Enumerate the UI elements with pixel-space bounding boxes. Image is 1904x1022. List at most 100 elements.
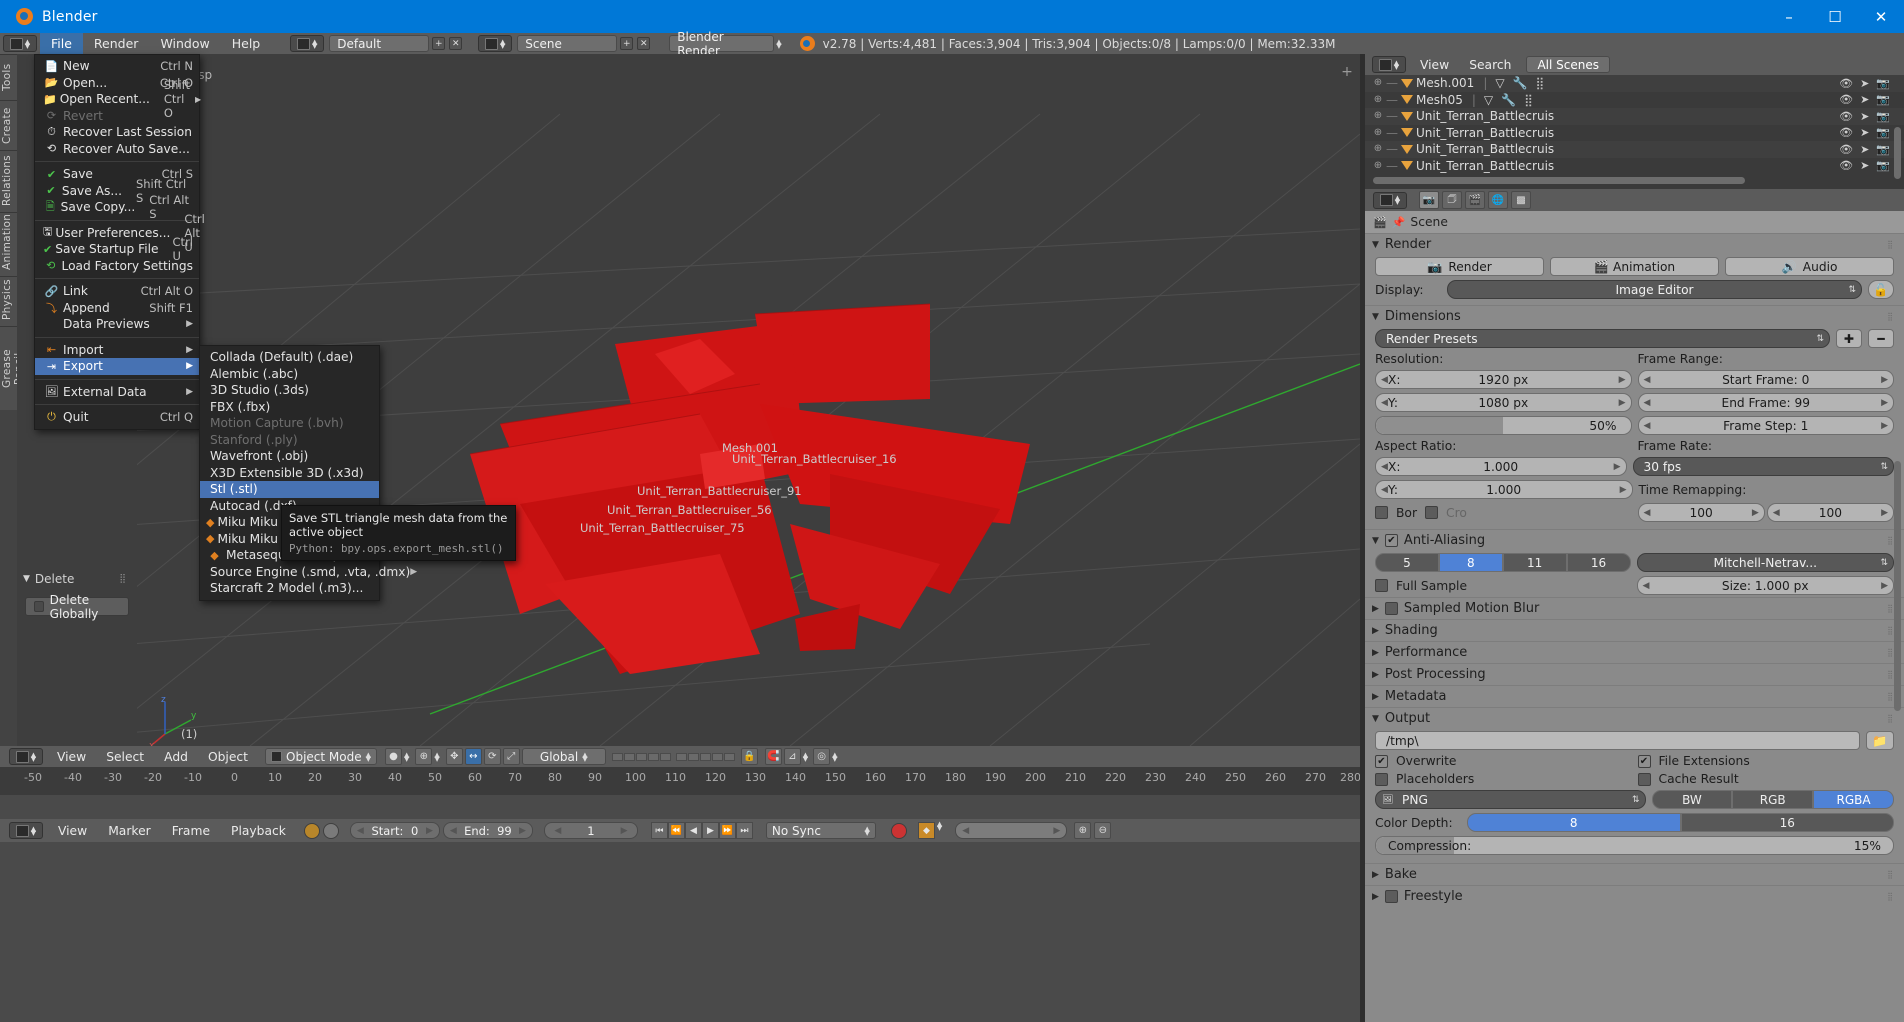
tl-menu-playback[interactable]: Playback — [222, 824, 295, 838]
vp-menu-add[interactable]: Add — [155, 750, 197, 764]
scene-field[interactable]: Scene — [517, 35, 618, 52]
expand-icon[interactable]: ⊕ — [1373, 78, 1383, 88]
outliner-row-4[interactable]: ⊕ — Unit_Terran_Battlecruis 👁 ➤ 📷 — [1365, 141, 1904, 158]
jump-start-button[interactable]: ⏮ — [650, 822, 668, 839]
rotate-manip-icon[interactable]: ⟳ — [483, 748, 501, 765]
menu-item-recover-auto-save[interactable]: ⟲ Recover Auto Save... — [35, 141, 199, 158]
outliner-hscrollbar[interactable] — [1373, 177, 1893, 184]
delete-scene-icon[interactable]: ✕ — [637, 37, 651, 50]
render-tab[interactable]: 📷 — [1419, 191, 1439, 209]
tab-relations[interactable]: Relations — [0, 150, 17, 212]
start-frame-field[interactable]: ◀ Start: 0 ▶ — [349, 822, 440, 839]
expand-icon[interactable]: ⊕ — [1373, 111, 1383, 121]
camera-icon[interactable]: 📷 — [1876, 110, 1890, 123]
aa-filter-selector[interactable]: Mitchell-Netrav... ⇅ — [1636, 553, 1894, 572]
menu-window[interactable]: Window — [149, 33, 220, 54]
vp-menu-object[interactable]: Object — [199, 750, 257, 764]
menu-item-new[interactable]: 📄 New Ctrl N — [35, 58, 199, 75]
menu-item-link[interactable]: 🔗 Link Ctrl Alt O — [35, 283, 199, 300]
delete-globally-button[interactable]: Delete Globally — [25, 593, 129, 621]
file-extensions-checkbox[interactable]: ✔ — [1637, 754, 1651, 768]
remap-new-field[interactable]: ◀ 100 ▶ — [1766, 503, 1894, 522]
ol-menu-search[interactable]: Search — [1460, 58, 1520, 72]
outliner-row-3[interactable]: ⊕ — Unit_Terran_Battlecruis 👁 ➤ 📷 — [1365, 125, 1904, 142]
tl-menu-frame[interactable]: Frame — [163, 824, 219, 838]
camera-icon[interactable]: 📷 — [1876, 126, 1890, 139]
viewport-expand-icon[interactable]: + — [1340, 65, 1354, 80]
add-scene-icon[interactable]: + — [620, 37, 634, 50]
export-item-stl[interactable]: Stl (.stl) — [200, 481, 379, 498]
antialiasing-checkbox[interactable]: ✔ — [1384, 534, 1398, 547]
render-section-header[interactable]: ▼ Render ⣿ — [1365, 233, 1904, 255]
shading-section-header[interactable]: ▶ Shading ⣿ — [1365, 619, 1904, 641]
camera-icon[interactable]: 📷 — [1876, 77, 1890, 90]
expand-icon[interactable]: ⊕ — [1373, 160, 1383, 171]
tab-physics[interactable]: Physics — [0, 276, 17, 326]
scene-browse-icon[interactable]: ▲ ▼ — [478, 35, 513, 52]
render-presets-selector[interactable]: Render Presets ⇅ — [1375, 329, 1830, 348]
post-processing-section-header[interactable]: ▶ Post Processing ⣿ — [1365, 663, 1904, 685]
tl-menu-view[interactable]: View — [49, 824, 96, 838]
metadata-section-header[interactable]: ▶ Metadata ⣿ — [1365, 685, 1904, 707]
scene-datablock-row[interactable]: 🎬 📌 Scene — [1365, 211, 1904, 233]
eye-icon[interactable]: 👁 — [1839, 126, 1853, 139]
render-layers-tab[interactable]: 🗇 — [1442, 191, 1462, 209]
dimensions-section-header[interactable]: ▼ Dimensions ⣿ — [1365, 305, 1904, 327]
maximize-button[interactable]: ☐ — [1812, 0, 1858, 33]
vp-menu-select[interactable]: Select — [97, 750, 153, 764]
keyingset-field[interactable]: ◀ ▶ — [955, 822, 1068, 839]
export-item-alembic[interactable]: Alembic (.abc) — [200, 366, 379, 383]
freestyle-checkbox[interactable] — [1384, 890, 1398, 903]
menu-item-quit[interactable]: ⏻ Quit Ctrl Q — [35, 409, 199, 426]
export-item-source-engine[interactable]: Source Engine (.smd, .vta, .dmx) ▶ — [200, 564, 417, 581]
menu-file[interactable]: File — [40, 33, 83, 54]
outliner-row-0[interactable]: ⊕ — Mesh.001 | ▽ 🔧 ⣿ 👁 ➤ 📷 — [1365, 75, 1904, 92]
start-frame-field[interactable]: ◀ Start Frame: 0 ▶ — [1637, 370, 1894, 389]
bake-section-header[interactable]: ▶ Bake ⣿ — [1365, 863, 1904, 885]
snap-element-icon[interactable]: ⊿ — [783, 748, 801, 765]
end-frame-field[interactable]: ◀ End Frame: 99 ▶ — [1637, 393, 1894, 412]
color-depth-group[interactable]: 8 16 — [1467, 813, 1894, 832]
sampled-motion-blur-section-header[interactable]: ▶ Sampled Motion Blur ⣿ — [1365, 597, 1904, 619]
menu-item-data-previews[interactable]: Data Previews ▶ — [35, 316, 199, 333]
display-lock-icon[interactable]: 🔓 — [1868, 280, 1894, 299]
frame-step-field[interactable]: ◀ Frame Step: 1 ▶ — [1637, 416, 1894, 435]
aa-sample-16[interactable]: 16 — [1566, 553, 1631, 572]
camera-icon[interactable]: 📷 — [1876, 93, 1890, 106]
eye-icon[interactable]: 👁 — [1839, 159, 1853, 172]
ol-menu-view[interactable]: View — [1411, 58, 1458, 72]
magnet-icon[interactable]: 🧲 — [764, 748, 782, 765]
display-mode-selector[interactable]: Image Editor ⇅ — [1447, 280, 1862, 299]
minimize-button[interactable]: – — [1766, 0, 1812, 33]
next-keyframe-button[interactable]: ⏩ — [718, 822, 736, 839]
color-depth-8[interactable]: 8 — [1467, 813, 1681, 832]
lock-camera-icon[interactable]: 🔒 — [740, 748, 758, 765]
mesh-data-icon[interactable]: ▽ — [1495, 76, 1504, 90]
delete-panel-header[interactable]: ▼ Delete ⣿ — [17, 568, 137, 590]
full-sample-checkbox[interactable] — [1375, 579, 1388, 592]
screen-layout-field[interactable]: Default — [329, 35, 430, 52]
eye-icon[interactable]: 👁 — [1839, 143, 1853, 156]
menu-item-recover-last-session[interactable]: ⏱ Recover Last Session — [35, 124, 199, 141]
camera-icon[interactable]: 📷 — [1876, 159, 1890, 172]
tab-tools[interactable]: Tools — [0, 54, 17, 100]
manipulator-toggle-icon[interactable]: ✥ — [445, 748, 463, 765]
color-mode-group[interactable]: BW RGB RGBA — [1651, 790, 1895, 809]
modifier-wrench-icon[interactable]: 🔧 — [1501, 93, 1516, 107]
cursor-arrow-icon[interactable]: ➤ — [1860, 110, 1869, 123]
export-item-starcraft2[interactable]: Starcraft 2 Model (.m3)... — [200, 580, 379, 597]
editor-type-selector[interactable]: ▲ ▼ — [3, 35, 37, 52]
menu-item-load-factory-settings[interactable]: ⟲ Load Factory Settings — [35, 258, 199, 275]
frame-rate-selector[interactable]: 30 fps ⇅ — [1632, 457, 1894, 476]
viewport-shading-icon[interactable]: ● — [384, 748, 402, 765]
layer-grid-top[interactable] — [611, 752, 735, 761]
eye-icon[interactable]: 👁 — [1839, 93, 1853, 106]
keyingset-remove-icon[interactable]: ⊖ — [1094, 822, 1112, 839]
play-reverse-button[interactable]: ◀ — [684, 822, 702, 839]
render-audio-button[interactable]: 🔊 Audio — [1725, 257, 1894, 276]
border-checkbox[interactable] — [1375, 506, 1388, 519]
resolution-y-field[interactable]: ◀ Y: 1080 px ▶ — [1375, 393, 1632, 412]
menu-help[interactable]: Help — [221, 33, 272, 54]
outliner-vscrollbar[interactable] — [1894, 99, 1901, 187]
aspect-x-field[interactable]: ◀ X: 1.000 ▶ — [1375, 457, 1627, 476]
